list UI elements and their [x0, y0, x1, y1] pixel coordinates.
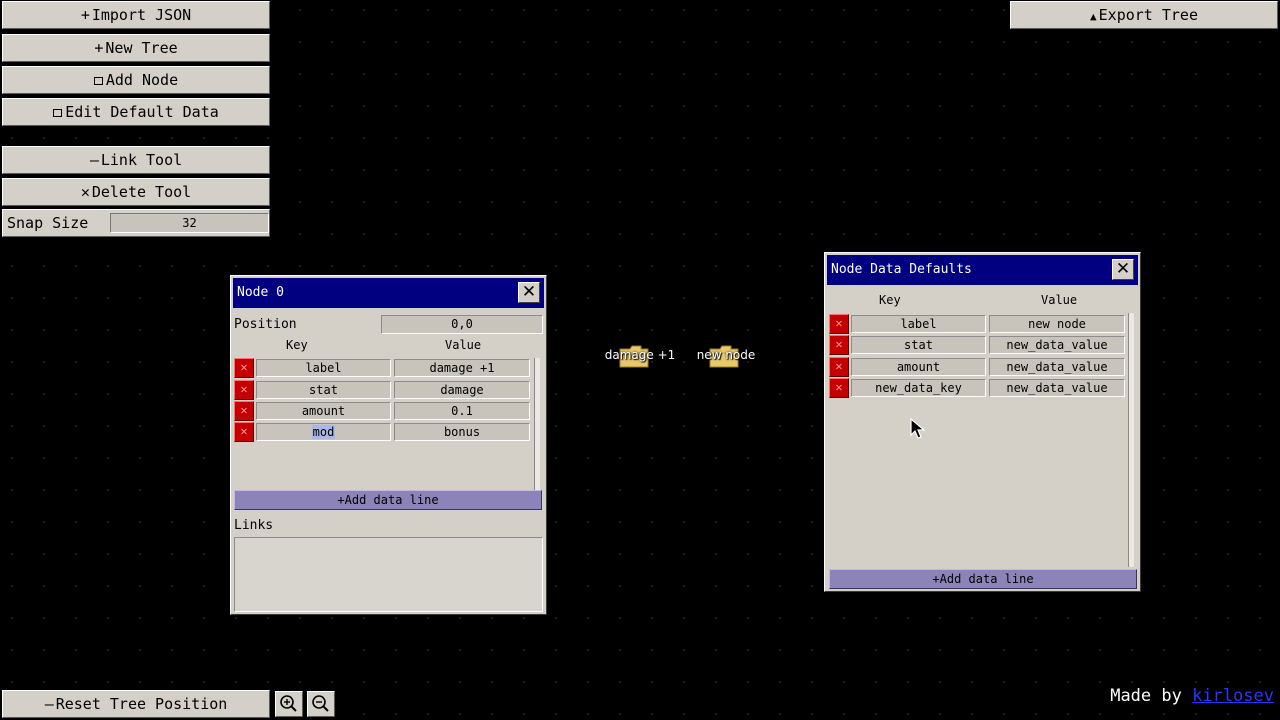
add-node-label: Add Node	[105, 71, 179, 89]
row-key[interactable]: amount	[851, 358, 986, 376]
square-icon	[93, 77, 103, 85]
node-label: new node	[696, 348, 756, 362]
close-icon[interactable]: ✕	[1112, 259, 1134, 280]
plus-icon: +	[94, 39, 104, 57]
value-header: Value	[445, 338, 482, 352]
position-label: Position	[234, 317, 297, 332]
export-tree-label: Export Tree	[1098, 6, 1198, 24]
row-value[interactable]: new_data_value	[989, 379, 1125, 397]
zoom-out-button[interactable]	[307, 691, 335, 717]
link-tool-label: Link Tool	[100, 151, 183, 169]
add-node-button[interactable]: Add Node	[2, 66, 270, 94]
node-panel-title: Node 0	[237, 285, 284, 300]
import-json-label: Import JSON	[91, 6, 192, 24]
row-key[interactable]: amount	[256, 402, 391, 420]
mouse-cursor-icon	[910, 418, 926, 439]
row-value[interactable]: damage +1	[394, 359, 530, 377]
delete-row-icon[interactable]: ✕	[829, 335, 849, 355]
value-header: Value	[1041, 293, 1078, 307]
row-value[interactable]: new node	[989, 315, 1125, 333]
row-value[interactable]: bonus	[394, 423, 530, 441]
add-data-line-button[interactable]: +Add data line	[234, 490, 542, 510]
row-value[interactable]: new_data_value	[989, 336, 1125, 354]
row-key[interactable]: new_data_key	[851, 379, 986, 397]
node-panel-titlebar[interactable]: Node 0 ✕	[233, 278, 544, 308]
row-key[interactable]: mod	[256, 423, 391, 441]
export-tree-button[interactable]: ▲ Export Tree	[1010, 1, 1278, 29]
tree-node[interactable]: damage +1	[605, 340, 675, 380]
rows-scrollbar[interactable]	[1128, 313, 1134, 567]
edit-default-data-button[interactable]: Edit Default Data	[2, 98, 270, 126]
delete-row-icon[interactable]: ✕	[829, 314, 849, 334]
defaults-panel: Node Data Defaults ✕ Key Value ✕ label n…	[824, 252, 1141, 592]
snap-size-input[interactable]: 32	[110, 213, 269, 233]
defaults-panel-titlebar[interactable]: Node Data Defaults ✕	[827, 255, 1138, 285]
row-key-text: mod	[311, 425, 336, 439]
zoom-in-button[interactable]	[275, 691, 303, 717]
position-value[interactable]: 0,0	[381, 315, 543, 334]
row-value[interactable]: damage	[394, 381, 530, 399]
made-by-credit: Made by kirlosev	[1110, 686, 1274, 706]
links-list[interactable]	[234, 537, 543, 612]
plus-icon: +	[80, 6, 90, 24]
row-value[interactable]: 0.1	[394, 402, 530, 420]
row-value[interactable]: new_data_value	[989, 358, 1125, 376]
link-tool-button[interactable]: – Link Tool	[2, 146, 270, 174]
delete-row-icon[interactable]: ✕	[234, 401, 254, 421]
minus-icon: –	[44, 695, 54, 713]
row-key[interactable]: stat	[851, 336, 986, 354]
x-icon: ✕	[80, 183, 90, 201]
reset-tree-position-button[interactable]: – Reset Tree Position	[2, 690, 270, 718]
row-key[interactable]: stat	[256, 381, 391, 399]
tree-node[interactable]: new node	[695, 340, 757, 380]
minus-icon: –	[89, 151, 99, 169]
key-header: Key	[286, 338, 308, 352]
import-json-button[interactable]: + Import JSON	[2, 1, 270, 29]
delete-row-icon[interactable]: ✕	[234, 422, 254, 442]
key-header: Key	[879, 293, 901, 307]
made-by-label: Made by	[1110, 686, 1182, 706]
delete-row-icon[interactable]: ✕	[234, 358, 254, 378]
snap-size-control: Snap Size 32	[2, 209, 270, 237]
snap-size-label: Snap Size	[7, 214, 89, 232]
new-tree-label: New Tree	[105, 39, 178, 57]
node-panel: Node 0 ✕ Position 0,0 Key Value ✕ label …	[230, 275, 547, 615]
row-key[interactable]: label	[851, 315, 986, 333]
reset-tree-position-label: Reset Tree Position	[55, 695, 228, 713]
rows-scrollbar[interactable]	[534, 358, 540, 490]
delete-tool-label: Delete Tool	[91, 183, 192, 201]
add-data-line-button[interactable]: +Add data line	[829, 569, 1137, 589]
delete-row-icon[interactable]: ✕	[829, 357, 849, 377]
square-icon	[53, 109, 63, 117]
node-label: damage +1	[604, 348, 676, 362]
delete-row-icon[interactable]: ✕	[234, 380, 254, 400]
defaults-panel-title: Node Data Defaults	[831, 262, 972, 277]
triangle-up-icon: ▲	[1090, 10, 1097, 23]
author-link[interactable]: kirlosev	[1192, 686, 1274, 706]
close-icon[interactable]: ✕	[518, 282, 540, 303]
delete-row-icon[interactable]: ✕	[829, 378, 849, 398]
delete-tool-button[interactable]: ✕ Delete Tool	[2, 178, 270, 206]
row-key[interactable]: label	[256, 359, 391, 377]
edit-default-data-label: Edit Default Data	[65, 103, 219, 121]
new-tree-button[interactable]: + New Tree	[2, 34, 270, 62]
zoom-out-icon	[312, 695, 329, 712]
links-label: Links	[234, 518, 274, 533]
zoom-in-icon	[280, 695, 297, 712]
